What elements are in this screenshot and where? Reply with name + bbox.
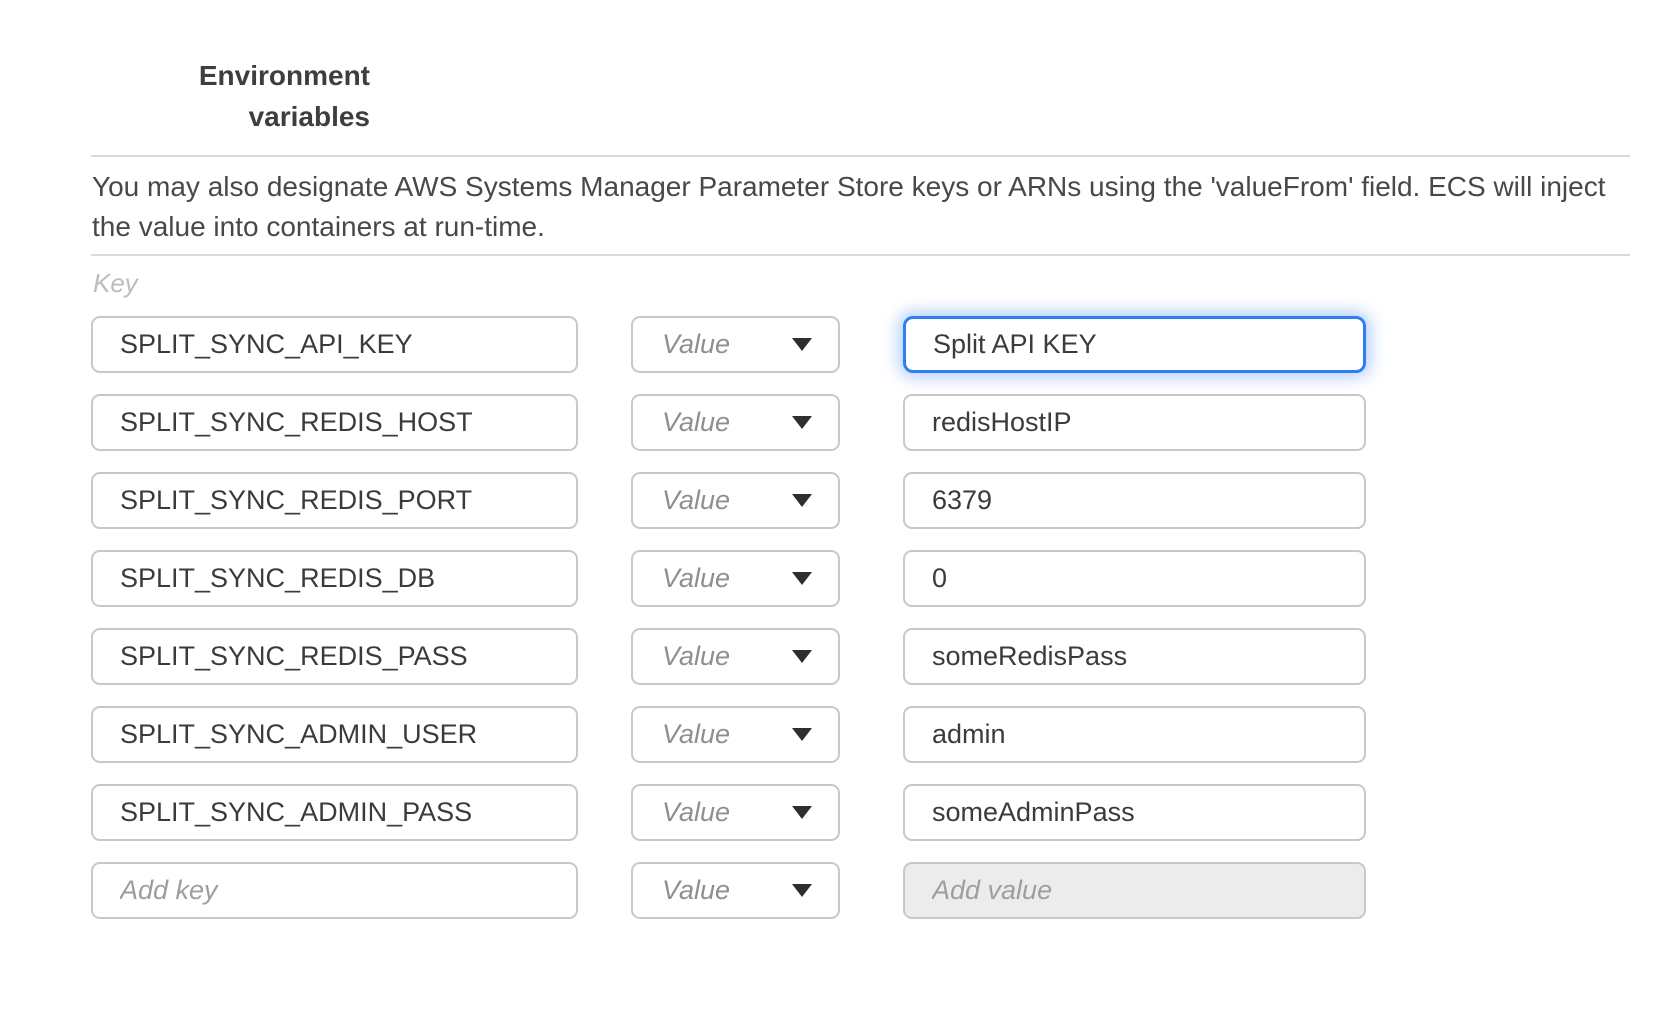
- env-var-row: Value: [91, 628, 1396, 685]
- value-type-dropdown[interactable]: Value: [631, 472, 840, 529]
- value-type-dropdown[interactable]: Value: [631, 394, 840, 451]
- chevron-down-icon: [792, 728, 812, 741]
- chevron-down-icon: [792, 494, 812, 507]
- key-input[interactable]: [91, 862, 578, 919]
- value-input[interactable]: [903, 550, 1366, 607]
- value-type-dropdown[interactable]: Value: [631, 628, 840, 685]
- section-label: Environment variables: [90, 55, 370, 137]
- value-input[interactable]: [903, 628, 1366, 685]
- key-input[interactable]: [91, 472, 578, 529]
- value-type-label: Value: [662, 641, 730, 672]
- value-type-dropdown[interactable]: Value: [631, 550, 840, 607]
- value-input[interactable]: [903, 394, 1366, 451]
- env-var-row: Value: [91, 316, 1396, 373]
- value-type-label: Value: [662, 875, 730, 906]
- value-type-dropdown[interactable]: Value: [631, 784, 840, 841]
- value-input[interactable]: [903, 862, 1366, 919]
- value-type-label: Value: [662, 563, 730, 594]
- divider-top: [91, 155, 1630, 157]
- divider-middle: [91, 254, 1630, 256]
- env-var-row: Value: [91, 394, 1396, 451]
- env-var-rows: Value Value Value Value: [91, 316, 1396, 940]
- value-input[interactable]: [903, 784, 1366, 841]
- value-input[interactable]: [903, 472, 1366, 529]
- value-type-label: Value: [662, 797, 730, 828]
- description-line-2: the value into containers at run-time.: [92, 207, 1632, 247]
- key-input[interactable]: [91, 784, 578, 841]
- chevron-down-icon: [792, 884, 812, 897]
- key-input[interactable]: [91, 394, 578, 451]
- value-type-dropdown[interactable]: Value: [631, 316, 840, 373]
- value-input[interactable]: [903, 316, 1366, 373]
- value-type-dropdown[interactable]: Value: [631, 706, 840, 763]
- key-input[interactable]: [91, 316, 578, 373]
- env-var-row: Value: [91, 706, 1396, 763]
- chevron-down-icon: [792, 806, 812, 819]
- key-input[interactable]: [91, 550, 578, 607]
- description-text: You may also designate AWS Systems Manag…: [92, 167, 1632, 247]
- chevron-down-icon: [792, 338, 812, 351]
- key-column-header: Key: [93, 268, 138, 299]
- value-type-dropdown[interactable]: Value: [631, 862, 840, 919]
- value-type-label: Value: [662, 485, 730, 516]
- value-type-label: Value: [662, 407, 730, 438]
- env-var-row: Value: [91, 784, 1396, 841]
- chevron-down-icon: [792, 650, 812, 663]
- chevron-down-icon: [792, 416, 812, 429]
- env-var-row: Value: [91, 550, 1396, 607]
- env-variables-form: Environment variables You may also desig…: [0, 0, 1678, 1018]
- value-type-label: Value: [662, 329, 730, 360]
- key-input[interactable]: [91, 628, 578, 685]
- value-type-label: Value: [662, 719, 730, 750]
- value-input[interactable]: [903, 706, 1366, 763]
- env-var-row: Value: [91, 472, 1396, 529]
- chevron-down-icon: [792, 572, 812, 585]
- description-line-1: You may also designate AWS Systems Manag…: [92, 167, 1632, 207]
- key-input[interactable]: [91, 706, 578, 763]
- env-var-row: Value: [91, 862, 1396, 919]
